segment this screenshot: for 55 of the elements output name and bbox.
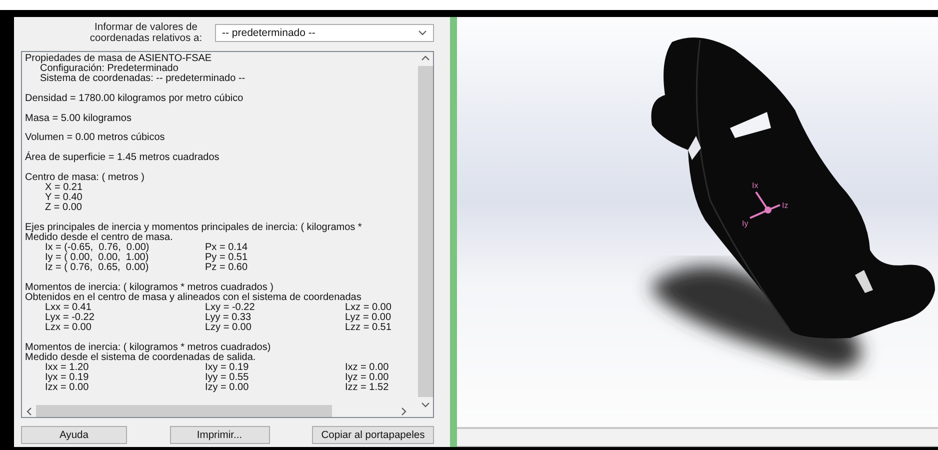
- report-value: Izy = 0.00: [205, 382, 249, 394]
- report-line: Medido desde el centro de masa.: [25, 232, 173, 243]
- report-value: X = 0.21: [45, 182, 83, 193]
- report-value: Pz = 0.60: [205, 262, 248, 273]
- report-value: Izz = 1.52: [345, 382, 389, 394]
- scrollbar-thumb[interactable]: [36, 405, 332, 417]
- report-line: Sistema de coordenadas: -- predeterminado --: [40, 74, 246, 84]
- model-viewport[interactable]: Ix Iy Iz: [457, 17, 938, 427]
- report-line: Momentos de inercia: ( kilogramos * metros cuadrados): [25, 342, 271, 353]
- dialog-button[interactable]: Ayuda: [21, 426, 127, 444]
- report-value: Iyy = 0.55: [205, 372, 249, 383]
- report-value: Py = 0.51: [205, 252, 248, 263]
- report-value: Ixy = 0.19: [205, 362, 249, 373]
- report-line: Configuración: Predeterminado: [40, 64, 178, 74]
- report-line: Área de superficie = 1.45 metros cuadrados: [25, 152, 220, 164]
- dropdown-caret-icon[interactable]: [418, 30, 427, 36]
- report-value: Lxz = 0.00: [345, 302, 392, 313]
- dialog-button[interactable]: Imprimir...: [170, 426, 270, 444]
- report-value: Ixx = 1.20: [45, 362, 89, 373]
- report-value: Lxy = -0.22: [205, 302, 255, 313]
- seat-drawing: Ix Iy Iz: [650, 38, 935, 370]
- report-line: Masa = 5.00 kilogramos: [25, 114, 132, 124]
- report-value: Ixz = 0.00: [345, 362, 389, 373]
- report-line: Medido desde el sistema de coordenadas de salida.: [25, 352, 256, 363]
- report-line: Densidad = 1780.00 kilogramos por metro cúbico: [25, 94, 244, 104]
- report-value: Iyz = 0.00: [345, 372, 389, 383]
- report-value: Lxx = 0.41: [45, 302, 92, 313]
- report-value: Iy = ( 0.00, 0.00, 1.00): [45, 252, 149, 263]
- report-line: Ejes principales de inercia y momentos principales de inercia: ( kilogramos *: [25, 222, 362, 233]
- report-value: Ix = (-0.65, 0.76, 0.00): [45, 242, 150, 253]
- report-value: Lzy = 0.00: [205, 322, 252, 334]
- report-value: Z = 0.00: [45, 202, 82, 213]
- report-line: Obtenidos en el centro de masa y alineados con el sistema de coordenadas: [25, 292, 362, 303]
- scroll-right-icon[interactable]: [401, 406, 407, 416]
- splitter-bar[interactable]: [440, 17, 450, 447]
- report-value: Lyy = 0.33: [205, 312, 252, 323]
- scroll-left-icon[interactable]: [26, 406, 32, 416]
- report-line: Momentos de inercia: ( kilogramos * metros cuadrados ): [25, 282, 274, 293]
- coordinate-system-dropdown[interactable]: -- predeterminado --: [215, 24, 434, 42]
- report-value: Lzz = 0.51: [345, 322, 392, 334]
- report-value: Izx = 0.00: [45, 382, 89, 394]
- report-value: Lyz = 0.00: [345, 312, 392, 323]
- report-value: Iyx = 0.19: [45, 372, 89, 383]
- report-line: Volumen = 0.00 metros cúbicos: [25, 133, 165, 144]
- report-value: Lzx = 0.00: [45, 322, 92, 334]
- dialog-button[interactable]: Copiar al portapapeles: [312, 426, 434, 444]
- report-value: Y = 0.40: [45, 192, 82, 203]
- report-value: Lyx = -0.22: [45, 312, 94, 323]
- coordinates-label: Informar de valores de coordenadas relativos a:: [88, 22, 204, 44]
- report-value: Iz = ( 0.76, 0.65, 0.00): [45, 262, 149, 273]
- report-value: Px = 0.14: [205, 242, 248, 253]
- scroll-up-icon[interactable]: [421, 55, 430, 61]
- report-line: Centro de masa: ( metros ): [25, 172, 144, 183]
- scroll-down-icon[interactable]: [421, 402, 430, 408]
- report-line: Propiedades de masa de ASIENTO-FSAE: [25, 54, 212, 64]
